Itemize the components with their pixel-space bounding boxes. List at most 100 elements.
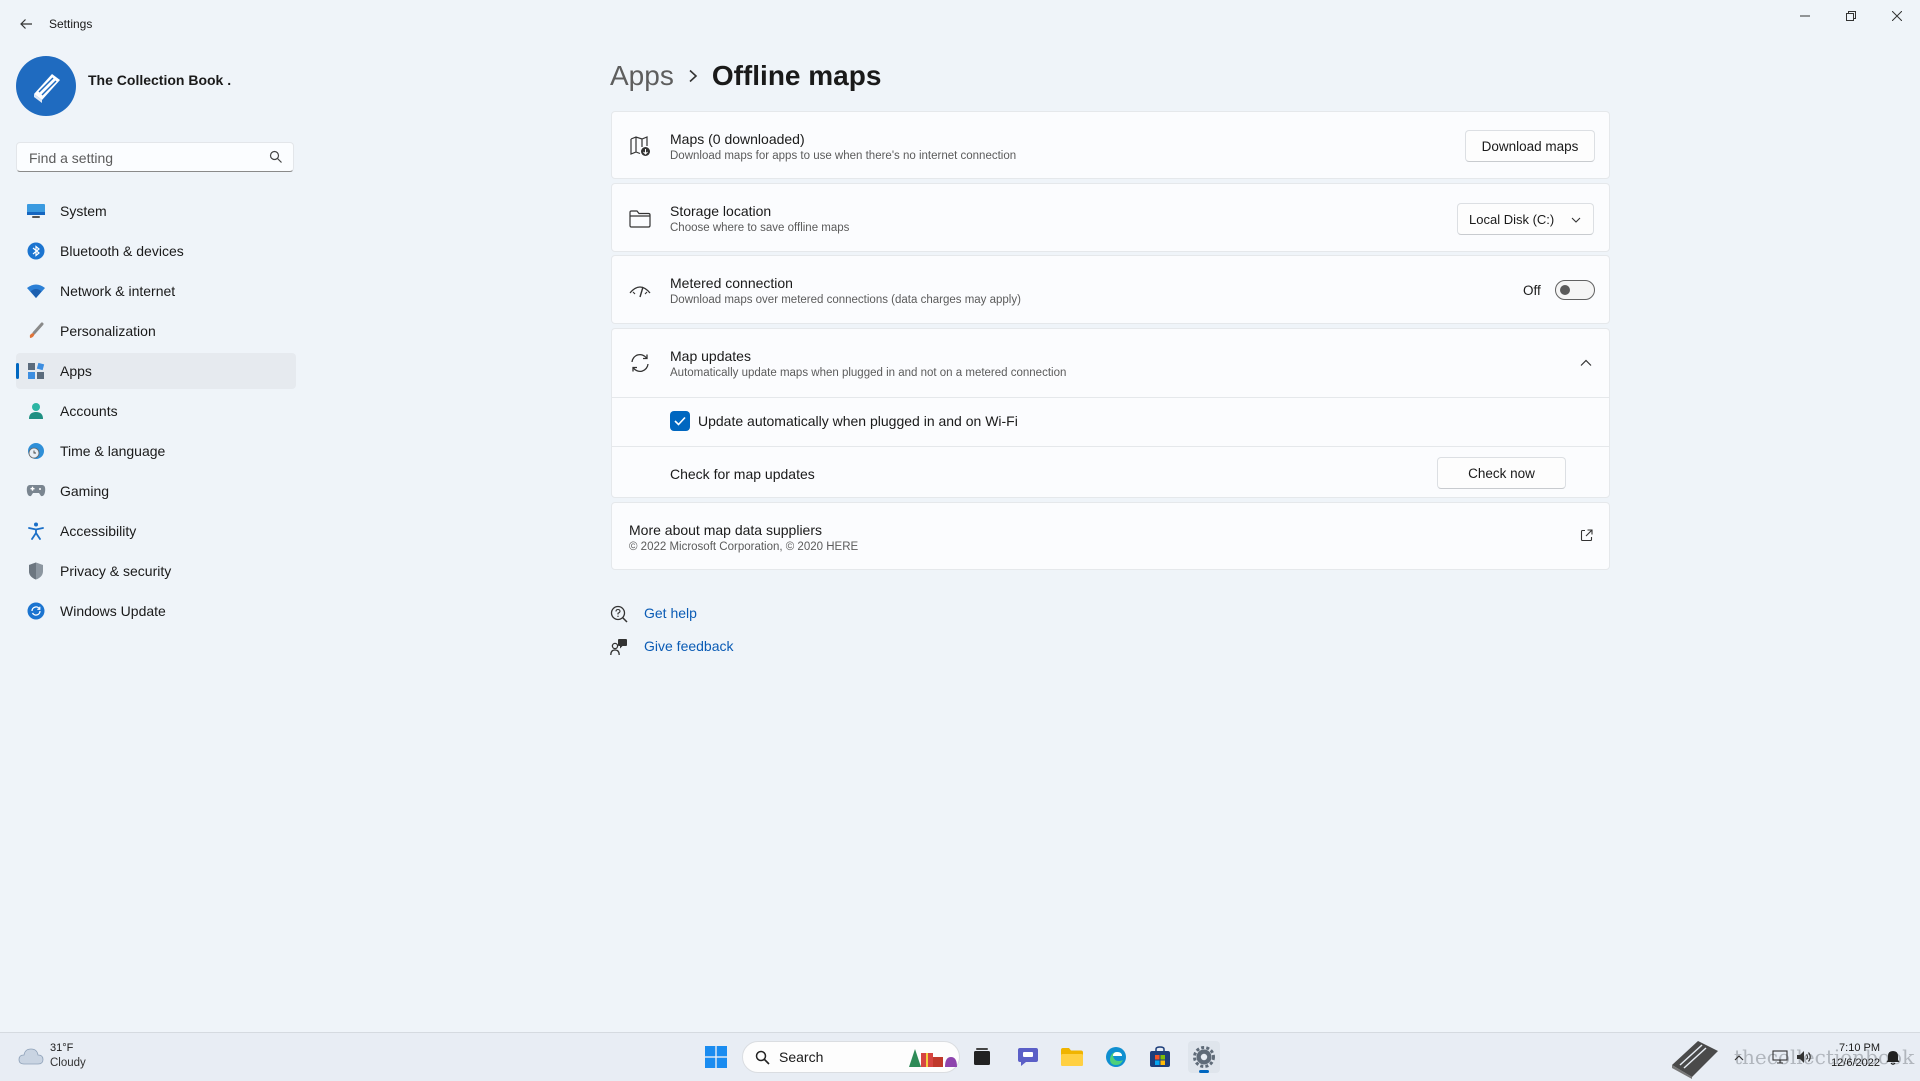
sidebar-item-privacy[interactable]: Privacy & security — [16, 553, 296, 589]
sidebar-item-label: Time & language — [60, 443, 166, 459]
globe-clock-icon — [26, 441, 46, 461]
edge-icon — [1106, 1047, 1126, 1067]
taskbar: 31°F Cloudy Search thecollectionbook 7:1… — [0, 1032, 1920, 1081]
metered-subtitle: Download maps over metered connections (… — [670, 294, 1021, 306]
store-button[interactable] — [1144, 1041, 1176, 1073]
close-icon — [1892, 11, 1902, 21]
metered-toggle[interactable] — [1555, 280, 1595, 300]
open-external-icon — [1580, 529, 1593, 542]
user-profile[interactable]: The Collection Book . — [16, 56, 306, 118]
sidebar-item-label: Apps — [60, 363, 92, 379]
map-updates-subtitle: Automatically update maps when plugged i… — [670, 367, 1067, 379]
sidebar-item-accessibility[interactable]: Accessibility — [16, 513, 296, 549]
chevron-up-icon — [1734, 1054, 1744, 1060]
metered-gauge-icon — [628, 279, 652, 303]
task-view-button[interactable] — [966, 1041, 998, 1073]
book-logo-icon — [34, 74, 60, 103]
search-icon — [269, 150, 282, 163]
auto-update-option[interactable]: Update automatically when plugged in and… — [670, 409, 1170, 433]
page-title: Offline maps — [711, 60, 882, 91]
clock[interactable]: 7:10 PM 12/6/2022 — [1810, 1041, 1880, 1071]
sidebar-item-label: Accounts — [60, 403, 118, 419]
chat-icon — [1018, 1048, 1038, 1066]
folder-icon — [628, 207, 652, 231]
weather-widget[interactable]: 31°F Cloudy — [16, 1041, 116, 1073]
search-input[interactable] — [27, 148, 261, 168]
storage-location-dropdown[interactable]: Local Disk (C:) — [1457, 203, 1594, 235]
chevron-down-icon — [1571, 217, 1581, 223]
close-button[interactable] — [1874, 0, 1920, 32]
show-hidden-icons-button[interactable] — [1728, 1041, 1750, 1073]
taskbar-search[interactable]: Search — [742, 1041, 960, 1073]
map-updates-header[interactable]: Map updates Automatically update maps wh… — [612, 329, 1609, 397]
toggle-knob — [1560, 285, 1570, 295]
auto-update-label: Update automatically when plugged in and… — [698, 413, 1018, 429]
minimize-icon — [1800, 15, 1810, 17]
book-watermark-icon — [1672, 1041, 1718, 1079]
divider — [612, 446, 1609, 447]
breadcrumb: Apps Offline maps — [610, 56, 881, 96]
maps-subtitle: Download maps for apps to use when there… — [670, 150, 1017, 162]
sidebar-item-accounts[interactable]: Accounts — [16, 393, 296, 429]
divider — [612, 397, 1609, 398]
get-help-link[interactable]: Get help — [610, 602, 760, 626]
settings-app-button[interactable] — [1188, 1041, 1220, 1073]
weather-temperature: 31°F — [50, 1042, 74, 1054]
map-updates-card: Map updates Automatically update maps wh… — [611, 328, 1610, 498]
sidebar-item-system[interactable]: System — [16, 193, 296, 229]
checkmark-icon — [674, 416, 686, 426]
windows-logo-icon — [705, 1046, 727, 1068]
start-button[interactable] — [700, 1041, 732, 1073]
sidebar-item-time-language[interactable]: Time & language — [16, 433, 296, 469]
network-icon — [1772, 1050, 1788, 1064]
map-suppliers-link-card[interactable]: More about map data suppliers © 2022 Mic… — [611, 502, 1610, 570]
monitor-icon — [26, 201, 46, 221]
breadcrumb-parent-link[interactable]: Apps — [610, 60, 674, 92]
sidebar-item-personalization[interactable]: Personalization — [16, 313, 296, 349]
active-app-indicator — [1199, 1070, 1209, 1073]
minimize-button[interactable] — [1782, 0, 1828, 32]
metered-title: Metered connection — [670, 275, 793, 291]
file-explorer-button[interactable] — [1056, 1041, 1088, 1073]
task-view-icon — [974, 1048, 990, 1065]
folder-icon — [1061, 1048, 1083, 1066]
wifi-icon — [26, 281, 46, 301]
clock-date: 12/6/2022 — [1831, 1057, 1880, 1069]
check-updates-label: Check for map updates — [670, 466, 815, 482]
search-highlight-gifts-icon — [909, 1049, 957, 1067]
metered-card: Metered connection Download maps over me… — [611, 255, 1610, 324]
profile-name: The Collection Book . — [88, 72, 232, 88]
shield-icon — [26, 561, 46, 581]
selection-indicator — [16, 363, 19, 379]
clock-time: 7:10 PM — [1839, 1042, 1880, 1054]
give-feedback-link[interactable]: Give feedback — [610, 635, 760, 659]
teams-chat-button[interactable] — [1012, 1041, 1044, 1073]
sidebar-item-gaming[interactable]: Gaming — [16, 473, 296, 509]
restore-button[interactable] — [1828, 0, 1874, 32]
sidebar-item-network[interactable]: Network & internet — [16, 273, 296, 309]
gamepad-icon — [26, 481, 46, 501]
check-now-button[interactable]: Check now — [1437, 457, 1566, 489]
sync-icon — [628, 351, 652, 375]
app-title: Settings — [49, 17, 93, 31]
bluetooth-icon — [26, 241, 46, 261]
dropdown-selected-value: Local Disk (C:) — [1469, 211, 1555, 227]
sidebar-item-apps[interactable]: Apps — [16, 353, 296, 389]
get-help-label: Get help — [644, 605, 697, 621]
sidebar-item-label: Bluetooth & devices — [60, 243, 184, 259]
update-icon — [26, 601, 46, 621]
notifications-button[interactable] — [1880, 1041, 1906, 1073]
back-button[interactable] — [14, 12, 38, 36]
storage-subtitle: Choose where to save offline maps — [670, 222, 850, 234]
settings-search[interactable] — [16, 142, 294, 172]
auto-update-checkbox[interactable] — [670, 411, 690, 431]
sidebar-item-windows-update[interactable]: Windows Update — [16, 593, 296, 629]
weather-condition: Cloudy — [50, 1057, 86, 1069]
sidebar-item-bluetooth[interactable]: Bluetooth & devices — [16, 233, 296, 269]
edge-browser-button[interactable] — [1100, 1041, 1132, 1073]
chevron-up-icon — [1580, 359, 1592, 366]
search-icon — [755, 1050, 770, 1065]
download-maps-button[interactable]: Download maps — [1465, 130, 1595, 162]
maps-title: Maps (0 downloaded) — [670, 131, 805, 147]
sidebar-item-label: Network & internet — [60, 283, 176, 299]
